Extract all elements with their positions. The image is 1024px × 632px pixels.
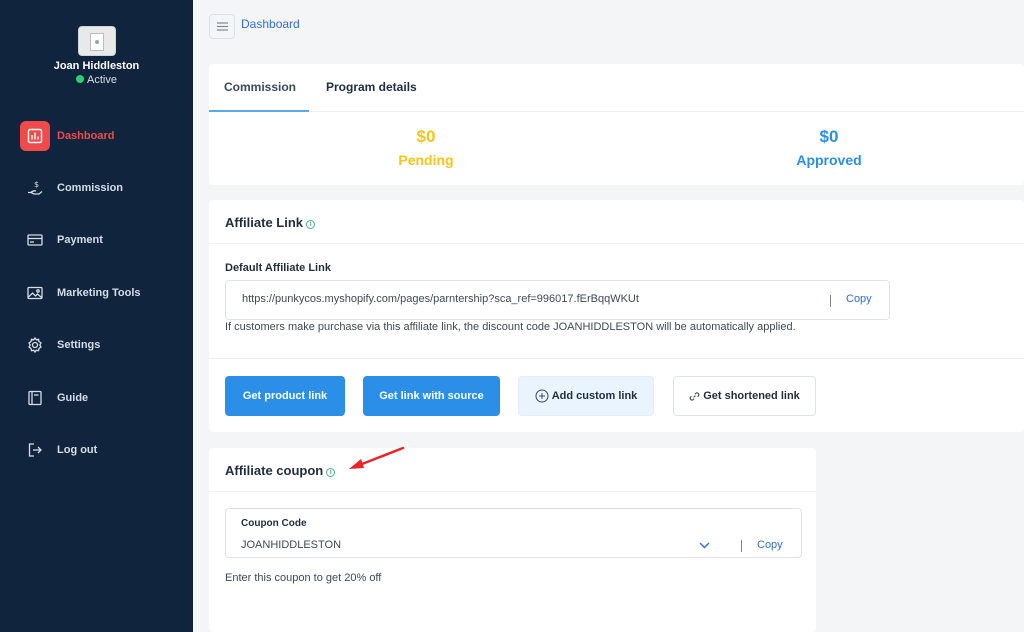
tab-program-details[interactable]: Program details <box>326 80 417 94</box>
sidebar-item-label: Commission <box>57 182 124 194</box>
separator <box>830 295 831 307</box>
sidebar-item-dashboard[interactable]: Dashboard <box>0 119 193 153</box>
plus-circle-icon <box>535 389 549 403</box>
hamburger-icon <box>216 22 228 31</box>
svg-text:$: $ <box>34 180 39 189</box>
affiliate-coupon-title-text: Affiliate coupon <box>225 463 324 478</box>
annotation-arrow-icon <box>349 446 405 469</box>
user-status: Active <box>0 74 193 86</box>
info-icon[interactable]: i <box>306 220 316 229</box>
sidebar-item-label: Guide <box>57 392 89 404</box>
copy-link-button[interactable]: Copy <box>846 293 872 305</box>
sidebar: Joan Hiddleston Active Dashboard $ Commi… <box>0 0 193 632</box>
get-product-link-button[interactable]: Get product link <box>225 376 345 416</box>
button-label: Get product link <box>242 390 328 402</box>
card-header: Affiliate Link i <box>209 200 1024 244</box>
sidebar-item-settings[interactable]: Settings <box>0 328 193 362</box>
get-shortened-link-button[interactable]: Get shortened link <box>673 376 816 416</box>
button-label: Get link with source <box>379 390 484 402</box>
affiliate-link-title: Affiliate Link i <box>225 215 316 230</box>
sidebar-item-label: Marketing Tools <box>57 287 141 299</box>
chevron-down-icon[interactable] <box>699 542 710 549</box>
gear-icon <box>21 331 49 359</box>
avatar[interactable] <box>78 26 116 56</box>
tab-commission[interactable]: Commission <box>224 80 296 94</box>
menu-toggle-button[interactable] <box>209 14 235 39</box>
pending-stat: $0 Pending <box>346 127 506 168</box>
image-icon <box>21 279 49 307</box>
user-name: Joan Hiddleston <box>53 60 140 72</box>
get-link-with-source-button[interactable]: Get link with source <box>363 376 500 416</box>
logout-icon <box>21 436 49 464</box>
pending-amount: $0 <box>416 127 436 146</box>
affiliate-coupon-card: Affiliate coupon i Coupon Code JOANHIDDLE… <box>209 448 816 632</box>
sidebar-item-label: Dashboard <box>57 130 115 142</box>
sidebar-item-label: Payment <box>57 234 103 246</box>
affiliate-link-card: Affiliate Link i Default Affiliate Link h… <box>209 200 1024 432</box>
sidebar-item-guide[interactable]: Guide <box>0 381 193 415</box>
card-header: Affiliate coupon i <box>209 448 816 492</box>
bar-chart-icon <box>20 121 50 151</box>
coupon-code-label: Coupon Code <box>241 518 307 529</box>
info-icon[interactable]: i <box>326 468 336 477</box>
sidebar-item-commission[interactable]: $ Commission <box>0 171 193 205</box>
add-custom-link-button[interactable]: Add custom link <box>518 376 654 416</box>
sidebar-item-logout[interactable]: Log out <box>0 433 193 467</box>
approved-label: Approved <box>796 152 862 168</box>
image-placeholder-icon <box>90 33 104 51</box>
link-icon <box>689 391 700 401</box>
coupon-note: Enter this coupon to get 20% off <box>225 572 382 584</box>
affiliate-link-url[interactable]: https://punkycos.myshopify.com/pages/par… <box>242 293 639 305</box>
affiliate-coupon-title: Affiliate coupon i <box>225 463 336 478</box>
sidebar-item-marketing-tools[interactable]: Marketing Tools <box>0 276 193 310</box>
button-label: Add custom link <box>551 390 638 402</box>
active-tab-indicator <box>209 110 309 112</box>
approved-stat: $0 Approved <box>749 127 909 168</box>
sidebar-item-label: Settings <box>57 339 101 351</box>
coupon-code-value[interactable]: JOANHIDDLESTON <box>241 539 341 551</box>
affiliate-link-title-text: Affiliate Link <box>225 215 304 230</box>
section-divider <box>209 358 1024 359</box>
default-link-label: Default Affiliate Link <box>225 262 331 274</box>
sidebar-item-label: Log out <box>57 444 98 456</box>
user-status-label: Active <box>87 74 117 86</box>
book-icon <box>21 384 49 412</box>
tab-divider <box>209 111 1024 112</box>
pending-label: Pending <box>398 152 454 168</box>
breadcrumb[interactable]: Dashboard <box>241 17 300 31</box>
copy-coupon-button[interactable]: Copy <box>757 539 783 551</box>
credit-card-icon <box>21 226 49 254</box>
approved-amount: $0 <box>819 127 839 146</box>
sidebar-item-payment[interactable]: Payment <box>0 223 193 257</box>
affiliate-link-field[interactable]: https://punkycos.myshopify.com/pages/par… <box>225 280 890 320</box>
commission-summary-card: Commission Program details $0 Pending $0… <box>209 64 1024 185</box>
status-dot-icon <box>76 75 85 83</box>
button-label: Get shortened link <box>703 390 800 402</box>
affiliate-link-hint: If customers make purchase via this affi… <box>225 321 796 333</box>
coupon-code-select[interactable]: Coupon Code JOANHIDDLESTON Copy <box>225 508 802 558</box>
separator <box>741 540 742 552</box>
hand-coin-icon: $ <box>21 174 49 202</box>
